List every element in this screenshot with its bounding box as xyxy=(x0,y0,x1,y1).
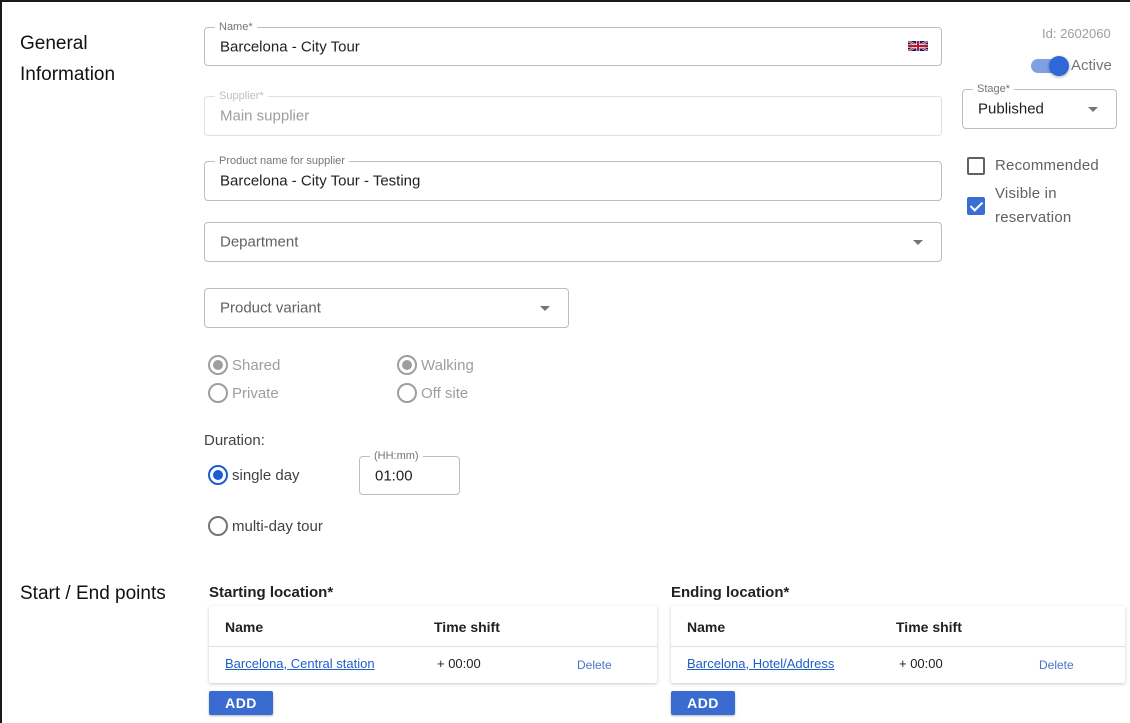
start-end-points-title: Start / End points xyxy=(20,583,166,604)
radio-walking-circle xyxy=(397,355,417,375)
starting-location-link[interactable]: Barcelona, Central station xyxy=(225,656,375,671)
name-field-label: Name* xyxy=(215,21,257,33)
ending-location-link[interactable]: Barcelona, Hotel/Address xyxy=(687,656,834,671)
radio-walking: Walking xyxy=(397,355,474,375)
name-field[interactable]: Name* Barcelona - City Tour xyxy=(204,21,942,66)
product-name-supplier-value: Barcelona - City Tour - Testing xyxy=(220,172,421,190)
radio-multi-day[interactable]: multi-day tour xyxy=(208,516,323,536)
product-name-supplier-label: Product name for supplier xyxy=(215,155,349,167)
duration-label: Duration: xyxy=(204,432,265,449)
ending-time-shift: + 00:00 xyxy=(899,656,943,671)
stage-select-value: Published xyxy=(978,100,1044,118)
radio-off-site: Off site xyxy=(397,383,468,403)
supplier-field-label: Supplier* xyxy=(215,90,268,102)
chevron-down-icon xyxy=(1088,107,1098,112)
starting-col-time-shift: Time shift xyxy=(434,619,500,635)
radio-off-site-label: Off site xyxy=(421,384,469,402)
department-select[interactable]: Department xyxy=(204,222,942,262)
supplier-field-value: Main supplier xyxy=(220,107,310,125)
general-info-title-line2: Information xyxy=(20,64,116,85)
starting-time-shift: + 00:00 xyxy=(437,656,481,671)
stage-select[interactable]: Stage* Published xyxy=(962,83,1117,129)
ending-col-name: Name xyxy=(687,619,726,635)
radio-private: Private xyxy=(208,383,279,403)
radio-private-label: Private xyxy=(232,384,279,402)
starting-location-table: Name Time shift Barcelona, Central stati… xyxy=(209,606,657,683)
duration-time-input[interactable]: (HH:mm) 01:00 xyxy=(359,450,460,495)
uk-flag-icon[interactable] xyxy=(908,39,928,53)
active-switch-thumb[interactable] xyxy=(1049,56,1069,76)
ending-col-time-shift: Time shift xyxy=(896,619,962,635)
radio-multi-day-label: multi-day tour xyxy=(232,517,323,535)
duration-time-label: (HH:mm) xyxy=(370,450,423,462)
radio-shared-label: Shared xyxy=(232,356,281,374)
radio-shared: Shared xyxy=(208,355,280,375)
radio-shared-circle xyxy=(208,355,228,375)
visible-in-reservation-label-line2: reservation xyxy=(995,209,1072,226)
ending-location-table: Name Time shift Barcelona, Hotel/Address… xyxy=(671,606,1125,683)
radio-off-site-circle xyxy=(397,383,417,403)
product-name-supplier-field[interactable]: Product name for supplier Barcelona - Ci… xyxy=(204,155,942,201)
ending-location-title: Ending location* xyxy=(671,584,790,601)
starting-table-header: Name Time shift xyxy=(209,606,657,647)
add-starting-location-button[interactable]: ADD xyxy=(209,691,273,715)
record-id: Id: 2602060 xyxy=(1042,26,1111,41)
chevron-down-icon xyxy=(540,306,550,311)
radio-multi-day-circle[interactable] xyxy=(208,516,228,536)
ending-delete-button[interactable]: Delete xyxy=(1039,658,1074,672)
add-ending-location-button[interactable]: ADD xyxy=(671,691,735,715)
starting-delete-button[interactable]: Delete xyxy=(577,658,612,672)
radio-single-day-circle[interactable] xyxy=(208,465,228,485)
active-label: Active xyxy=(1071,57,1112,74)
chevron-down-icon xyxy=(913,240,923,245)
recommended-label: Recommended xyxy=(995,157,1099,174)
starting-col-name: Name xyxy=(225,619,264,635)
radio-single-day[interactable]: single day xyxy=(208,465,300,485)
radio-single-day-label: single day xyxy=(232,466,300,484)
table-row: Barcelona, Central station + 00:00 Delet… xyxy=(209,647,657,683)
recommended-checkbox[interactable] xyxy=(967,157,985,175)
radio-private-circle xyxy=(208,383,228,403)
radio-walking-label: Walking xyxy=(421,356,474,374)
department-placeholder: Department xyxy=(220,233,299,251)
visible-in-reservation-checkbox[interactable] xyxy=(967,197,985,215)
starting-location-title: Starting location* xyxy=(209,584,334,601)
name-field-value: Barcelona - City Tour xyxy=(220,38,360,55)
table-row: Barcelona, Hotel/Address + 00:00 Delete xyxy=(671,647,1125,683)
product-variant-placeholder: Product variant xyxy=(220,299,321,317)
general-info-title-line1: General xyxy=(20,33,88,54)
stage-select-label: Stage* xyxy=(973,83,1015,95)
ending-table-header: Name Time shift xyxy=(671,606,1125,647)
visible-in-reservation-label-line1: Visible in xyxy=(995,185,1057,202)
product-variant-select[interactable]: Product variant xyxy=(204,288,569,328)
supplier-field: Supplier* Main supplier xyxy=(204,90,942,136)
duration-time-value: 01:00 xyxy=(375,467,413,484)
